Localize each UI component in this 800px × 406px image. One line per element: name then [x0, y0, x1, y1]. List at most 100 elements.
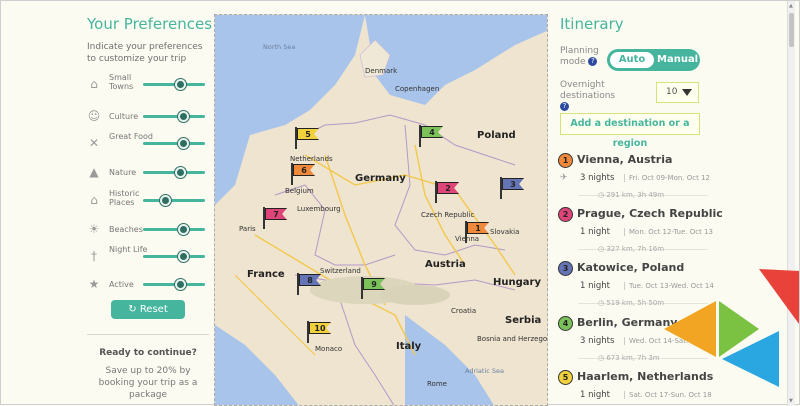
flag-number: 5: [297, 128, 319, 140]
preference-row: † Night Life: [87, 245, 209, 269]
preference-slider[interactable]: [143, 195, 205, 206]
flag-pole: [435, 181, 437, 203]
preference-slider[interactable]: [143, 111, 205, 122]
map-marker-flag[interactable]: 1: [465, 221, 489, 243]
destination-number-badge: 1: [558, 153, 573, 168]
preferences-panel: Your Preferences Indicate your preferenc…: [79, 1, 213, 406]
preference-slider[interactable]: [143, 224, 205, 235]
flag-pole: [500, 177, 502, 199]
map-label-slovakia: Slovakia: [490, 228, 520, 236]
theater-masks-icon: ☺: [87, 109, 101, 123]
destination-number-badge: 3: [558, 261, 573, 276]
itinerary-title: Itinerary: [560, 15, 624, 33]
planning-mode-label: Planning mode ?: [560, 46, 604, 68]
flag-number: 2: [437, 182, 459, 194]
destination-name[interactable]: Prague, Czech Republic: [577, 207, 723, 220]
preference-row: ✕ Great Food: [87, 132, 209, 156]
slider-handle[interactable]: [178, 138, 190, 149]
preference-label: Historic Places: [109, 189, 140, 207]
preference-slider[interactable]: [143, 279, 205, 290]
preference-row: ▲ Nature: [87, 161, 209, 185]
destination-nights[interactable]: 3 nights: [580, 173, 614, 183]
house-icon: ⌂: [90, 77, 98, 91]
map-label-bosnia: Bosnia and Herzegovina: [477, 335, 548, 343]
destination-nights[interactable]: 1 night: [580, 281, 610, 291]
destination-number-badge: 2: [558, 207, 573, 222]
route-distance: ◷ 519 km, 5h 50m: [598, 299, 665, 307]
map-marker-flag[interactable]: 4: [419, 125, 443, 147]
map-label-north-sea: North Sea: [263, 43, 296, 51]
help-icon[interactable]: ?: [560, 102, 569, 111]
map-label-croatia: Croatia: [451, 307, 477, 315]
slider-handle[interactable]: [159, 195, 171, 206]
preferences-intro: Indicate your preferences to customize y…: [87, 42, 203, 64]
preference-slider[interactable]: [143, 138, 205, 149]
scroll-up-icon[interactable]: ▲: [789, 3, 793, 9]
flag-pole: [291, 163, 293, 185]
destination-name[interactable]: Berlin, Germany: [577, 316, 677, 329]
flag-number: 8: [299, 274, 321, 286]
flag-pole: [263, 207, 265, 229]
flag-number: 4: [421, 126, 443, 138]
reset-button[interactable]: ↻ Reset: [111, 300, 185, 319]
slider-handle[interactable]: [178, 251, 190, 262]
ready-title: Ready to continue?: [99, 348, 197, 358]
plane-icon: ✈: [560, 173, 568, 183]
destination-nights[interactable]: 1 night: [580, 390, 610, 400]
preference-row: ⌂ Small Towns: [87, 73, 209, 97]
planning-mode-toggle[interactable]: Auto Manual: [607, 49, 700, 71]
preference-slider[interactable]: [143, 251, 205, 262]
flag-pole: [465, 221, 467, 243]
mode-manual-option[interactable]: Manual: [657, 52, 698, 68]
map-marker-flag[interactable]: 10: [307, 321, 331, 343]
preference-row: ★ Active: [87, 273, 209, 297]
flag-number: 10: [309, 322, 331, 334]
chevron-down-icon: [682, 89, 692, 96]
app-frame: Your Preferences Indicate your preferenc…: [0, 0, 800, 406]
preference-label: Night Life: [109, 245, 148, 254]
map-label-switzerland: Switzerland: [320, 267, 361, 275]
flag-number: 1: [467, 222, 489, 234]
map-label-luxembourg: Luxembourg: [297, 205, 341, 213]
slider-handle[interactable]: [175, 79, 187, 90]
flag-pole: [361, 277, 363, 299]
map-label-czech: Czech Republic: [421, 211, 475, 219]
map-label-paris: Paris: [239, 225, 256, 233]
temple-icon: ⌂: [90, 193, 98, 207]
map-marker-flag[interactable]: 5: [295, 127, 319, 149]
map-marker-flag[interactable]: 2: [435, 181, 459, 203]
destination-name[interactable]: Vienna, Austria: [577, 153, 672, 166]
map-marker-flag[interactable]: 3: [500, 177, 524, 199]
map-view[interactable]: North Sea Denmark Copenhagen Poland Germ…: [214, 14, 548, 406]
scroll-down-icon[interactable]: ▼: [789, 398, 793, 404]
map-marker-flag[interactable]: 8: [297, 273, 321, 295]
slider-handle[interactable]: [175, 167, 187, 178]
flag-number: 9: [363, 278, 385, 290]
preference-slider[interactable]: [143, 79, 205, 90]
map-label-netherlands: Netherlands: [290, 155, 333, 163]
map-marker-flag[interactable]: 7: [263, 207, 287, 229]
mode-auto-option[interactable]: Auto: [610, 52, 654, 68]
help-icon[interactable]: ?: [588, 57, 598, 66]
reset-label: Reset: [139, 304, 168, 315]
divider: [87, 334, 209, 335]
flag-pole: [419, 125, 421, 147]
scrollbar-thumb[interactable]: [789, 13, 794, 47]
preferences-title: Your Preferences: [87, 15, 213, 33]
route-distance: ◷ 291 km, 3h 49m: [598, 191, 665, 199]
map-marker-flag[interactable]: 9: [361, 277, 385, 299]
preference-row: ⌂ Historic Places: [87, 189, 209, 213]
destination-nights[interactable]: 3 nights: [580, 336, 614, 346]
map-marker-flag[interactable]: 6: [291, 163, 315, 185]
slider-handle[interactable]: [178, 111, 190, 122]
slider-handle[interactable]: [178, 224, 190, 235]
overnight-select[interactable]: 10: [656, 82, 699, 103]
slider-handle[interactable]: [175, 279, 187, 290]
overnight-text: Overnight destinations: [560, 80, 616, 101]
destination-dates: Mon. Oct 12-Tue. Oct 13: [624, 228, 713, 236]
add-destination-button[interactable]: Add a destination or a region: [560, 113, 700, 149]
preference-slider[interactable]: [143, 167, 205, 178]
preference-row: ☀ Beaches: [87, 218, 209, 242]
map-label-austria: Austria: [425, 259, 466, 270]
destination-nights[interactable]: 1 night: [580, 227, 610, 237]
